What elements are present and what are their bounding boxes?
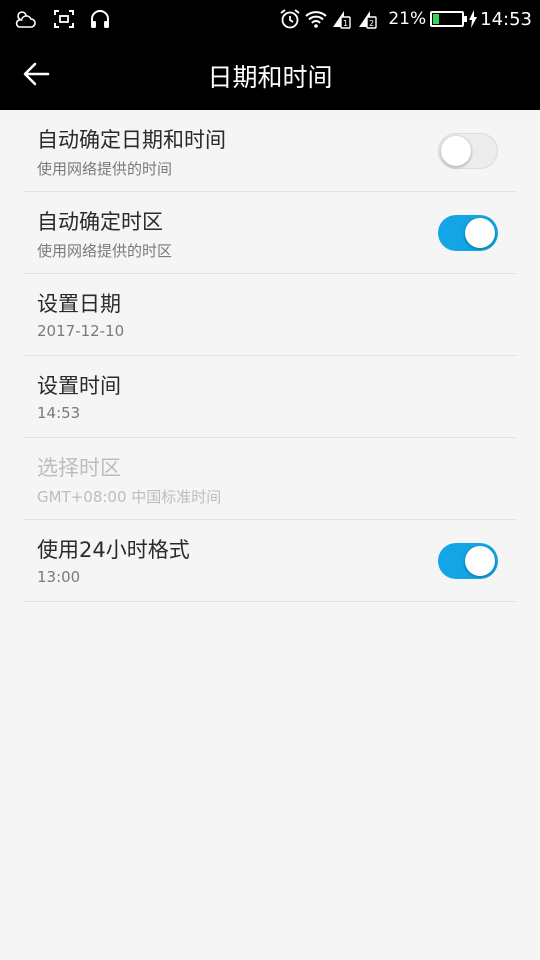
sim1-signal-icon: 1 bbox=[333, 11, 352, 29]
setting-title: 使用24小时格式 bbox=[37, 538, 190, 562]
battery-percent: 21% bbox=[388, 9, 427, 29]
setting-auto-date-time[interactable]: 自动确定日期和时间 使用网络提供的时间 bbox=[24, 110, 516, 192]
setting-select-timezone: 选择时区 GMT+08:00 中国标准时间 bbox=[24, 438, 516, 520]
setting-subtitle: 2017-12-10 bbox=[37, 322, 125, 340]
battery-icon bbox=[430, 11, 468, 27]
setting-set-time[interactable]: 设置时间 14:53 bbox=[24, 356, 516, 438]
setting-24-hour-format[interactable]: 使用24小时格式 13:00 bbox=[24, 520, 516, 602]
headphones-icon bbox=[91, 10, 109, 28]
setting-auto-timezone[interactable]: 自动确定时区 使用网络提供的时区 bbox=[24, 192, 516, 274]
setting-title: 设置时间 bbox=[37, 374, 121, 398]
sim2-signal-icon: 2 bbox=[359, 11, 378, 29]
svg-text:1: 1 bbox=[343, 19, 348, 28]
auto-date-time-toggle[interactable] bbox=[438, 133, 498, 169]
setting-set-date[interactable]: 设置日期 2017-12-10 bbox=[24, 274, 516, 356]
24-hour-format-toggle[interactable] bbox=[438, 543, 498, 579]
wifi-icon bbox=[305, 11, 327, 28]
setting-subtitle: GMT+08:00 中国标准时间 bbox=[37, 488, 222, 506]
toggle-knob bbox=[441, 136, 471, 166]
setting-subtitle: 14:53 bbox=[37, 404, 81, 422]
setting-subtitle: 使用网络提供的时区 bbox=[37, 242, 173, 260]
status-clock: 14:53 bbox=[480, 8, 532, 30]
setting-subtitle: 13:00 bbox=[37, 568, 81, 586]
battery-level-fill bbox=[433, 14, 440, 24]
page-title: 日期和时间 bbox=[207, 63, 333, 92]
status-bar: 1 2 21% 14:53 bbox=[0, 0, 540, 38]
status-bar-right: 1 2 21% 14:53 bbox=[276, 0, 532, 38]
weather-cloud-icon bbox=[15, 11, 36, 28]
alarm-icon bbox=[280, 9, 300, 29]
toggle-knob bbox=[465, 218, 495, 248]
screenshot-icon bbox=[54, 10, 74, 28]
charging-icon bbox=[469, 10, 478, 28]
title-bar: 日期和时间 bbox=[0, 38, 540, 110]
setting-title: 自动确定日期和时间 bbox=[37, 128, 226, 152]
auto-timezone-toggle[interactable] bbox=[438, 215, 498, 251]
setting-title: 自动确定时区 bbox=[37, 210, 163, 234]
setting-subtitle: 使用网络提供的时间 bbox=[37, 160, 173, 178]
svg-text:2: 2 bbox=[369, 19, 374, 28]
setting-title: 选择时区 bbox=[37, 456, 121, 480]
toggle-knob bbox=[465, 546, 495, 576]
setting-title: 设置日期 bbox=[37, 292, 121, 316]
settings-list: 自动确定日期和时间 使用网络提供的时间 自动确定时区 使用网络提供的时区 设置日… bbox=[24, 110, 516, 602]
